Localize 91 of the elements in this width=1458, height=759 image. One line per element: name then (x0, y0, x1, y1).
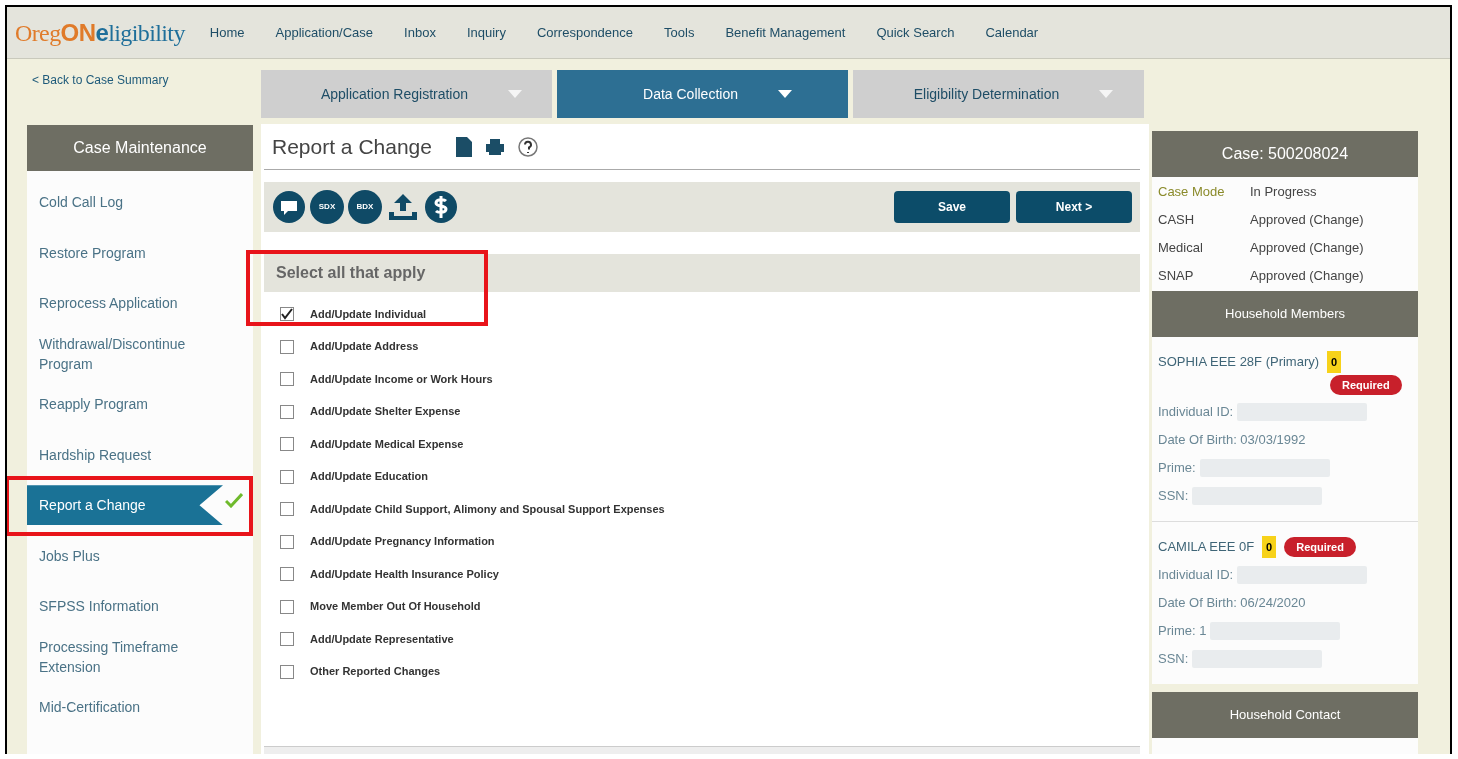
checkbox[interactable] (280, 502, 294, 516)
checkbox-label: Add/Update Pregnancy Information (310, 534, 495, 550)
checkbox-label: Add/Update Income or Work Hours (310, 371, 493, 387)
nav-link[interactable]: Quick Search (876, 22, 955, 43)
member-detail: Prime: (1158, 459, 1196, 478)
section-header: Household Members (1152, 291, 1418, 337)
step-tab[interactable]: Data Collection (557, 70, 848, 118)
nav-link[interactable]: Home (209, 22, 245, 43)
comment-icon[interactable] (272, 190, 306, 224)
count-badge: 0 (1327, 351, 1342, 373)
member-detail: Individual ID: (1158, 566, 1234, 585)
member-detail: SSN: (1158, 487, 1189, 506)
member-name[interactable]: CAMILA EEE 0F (1158, 537, 1255, 557)
section-header: Select all that apply (264, 254, 1140, 292)
checkbox[interactable] (280, 339, 294, 354)
case-label: CASH (1158, 211, 1196, 230)
sidebar-item[interactable]: Reprocess Application (27, 283, 227, 324)
print-icon[interactable] (485, 138, 504, 155)
caret-icon (777, 90, 792, 98)
upload-icon[interactable] (386, 192, 420, 222)
caret-icon (1099, 90, 1114, 98)
back-link[interactable]: < Back to Case Summary (32, 71, 257, 125)
checkbox-label: Add/Update Medical Expense (310, 436, 464, 452)
sidebar-item[interactable]: Jobs Plus (27, 535, 227, 576)
checkbox[interactable] (280, 534, 294, 549)
checkbox[interactable] (280, 372, 294, 386)
dollar-icon[interactable] (424, 190, 458, 224)
nav-link[interactable]: Inquiry (466, 22, 506, 43)
page-title: Report a Change (272, 133, 432, 160)
member-name[interactable]: SOPHIA EEE 28F (Primary) (1158, 352, 1320, 372)
checkbox-label: Add/Update Shelter Expense (310, 404, 461, 420)
count-badge: 0 (1262, 536, 1277, 558)
logo: OregONeligibility (15, 17, 185, 48)
nav-link[interactable]: Calendar (985, 22, 1039, 43)
step-tab[interactable]: Eligibility Determination (853, 70, 1144, 118)
checkbox-label: Add/Update Education (310, 469, 428, 485)
caret-icon (508, 90, 523, 98)
sidebar-item[interactable]: Mid-Certification (27, 687, 227, 728)
member-detail: Individual ID: (1158, 403, 1234, 422)
sidebar-item[interactable]: SFPSS Information (27, 586, 227, 627)
checkbox-label: Add/Update Child Support, Alimony and Spousal Support Expenses (310, 501, 665, 517)
checkbox[interactable] (280, 307, 294, 321)
sidebar-item[interactable]: Report a Change (27, 485, 223, 526)
nav-link[interactable]: Inbox (404, 22, 436, 43)
checkbox[interactable] (280, 404, 294, 419)
case-value: In Progress (1250, 183, 1317, 202)
sidebar-item[interactable]: Withdrawal/Discontinue Program (27, 333, 227, 374)
case-value: Approved (Change) (1250, 267, 1364, 286)
sidebar-header: Case Maintenance (27, 125, 253, 171)
sidebar-item[interactable]: Processing Timeframe Extension (27, 636, 227, 677)
checkbox-label: Add/Update Representative (310, 631, 454, 647)
nav-link[interactable]: Application/Case (275, 22, 374, 43)
checkbox-label: Add/Update Address (310, 339, 419, 355)
member-detail: SSN: (1158, 650, 1189, 669)
checkbox[interactable] (280, 632, 294, 646)
case-value: Approved (Change) (1250, 239, 1364, 258)
sidebar-item[interactable]: Hardship Request (27, 434, 227, 475)
checkbox-label: Other Reported Changes (310, 664, 441, 680)
round-icon-button[interactable]: BDX (348, 190, 382, 224)
case-header: Case: 500208024 (1152, 131, 1418, 177)
nav-link[interactable]: Benefit Management (725, 22, 846, 43)
sidebar-item[interactable]: Cold Call Log (27, 182, 227, 223)
sidebar-item[interactable]: Restore Program (27, 232, 227, 273)
sidebar-item[interactable]: Reapply Program (27, 384, 227, 425)
step-tab[interactable]: Application Registration (261, 70, 552, 118)
nav-link[interactable]: Tools (664, 22, 695, 43)
checkbox-label: Add/Update Individual (310, 306, 427, 322)
toolbar-button[interactable]: Next > (1016, 191, 1132, 223)
check-icon (225, 492, 243, 508)
member-detail: Prime: 1 (1158, 622, 1207, 641)
checkbox[interactable] (280, 469, 294, 484)
section-header: Household Contact (1152, 692, 1418, 738)
checkbox[interactable] (280, 437, 294, 451)
case-label: Medical (1158, 239, 1204, 258)
checkbox[interactable] (280, 567, 294, 581)
help-icon[interactable] (517, 136, 538, 157)
nav-link[interactable]: Correspondence (536, 22, 634, 43)
required-badge: Required (1284, 537, 1356, 557)
checkbox-label: Add/Update Health Insurance Policy (310, 566, 499, 582)
document-icon[interactable] (455, 136, 472, 157)
member-detail: Date Of Birth: 06/24/2020 (1158, 594, 1306, 613)
checkbox[interactable] (280, 664, 294, 679)
round-icon-button[interactable]: SDX (310, 190, 344, 224)
member-detail: Date Of Birth: 03/03/1992 (1158, 431, 1306, 450)
checkbox-label: Move Member Out Of Household (310, 599, 481, 615)
toolbar-button[interactable]: Save (894, 191, 1010, 223)
case-value: Approved (Change) (1250, 211, 1364, 230)
case-label: SNAP (1158, 267, 1195, 286)
required-badge: Required (1330, 375, 1402, 395)
case-label: Case Mode (1158, 183, 1226, 202)
checkbox[interactable] (280, 599, 294, 614)
